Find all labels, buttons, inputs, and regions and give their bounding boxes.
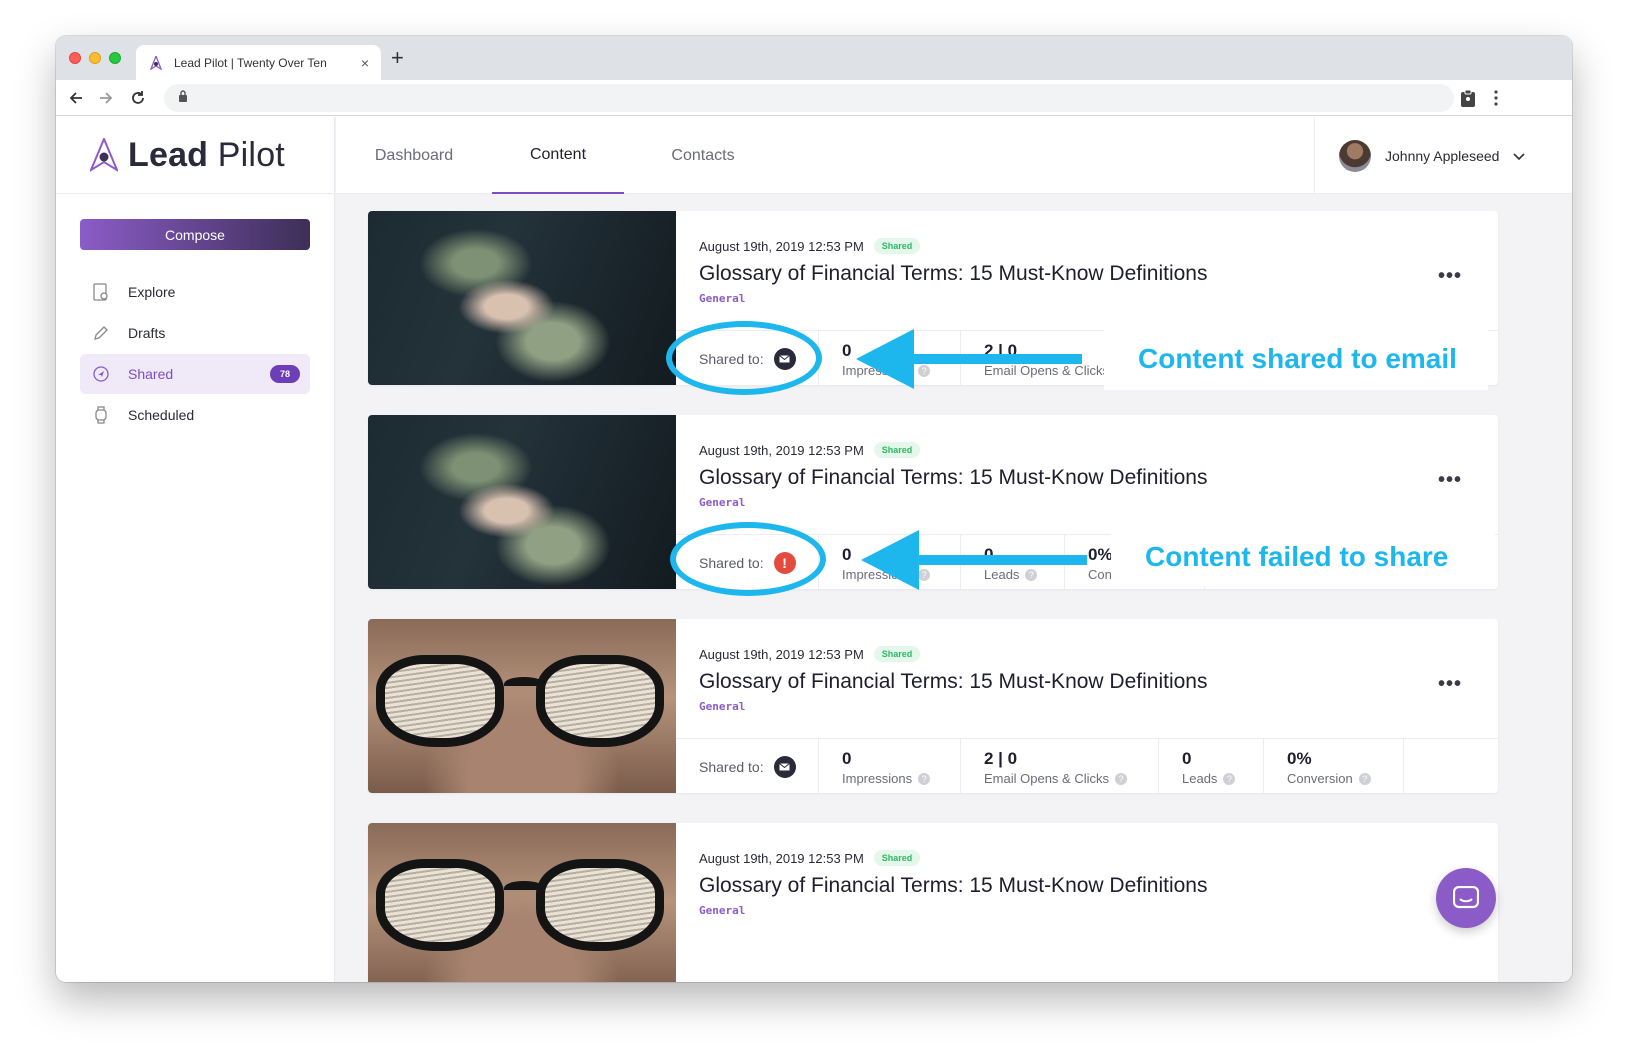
shared-to: Shared to: [676, 739, 819, 793]
send-icon [92, 365, 110, 383]
highlight-ring [670, 522, 826, 596]
status-badge: Shared [873, 238, 921, 254]
sidebar-item-label: Drafts [128, 325, 166, 341]
card-category: General [699, 496, 746, 509]
user-name: Johnny Appleseed [1385, 147, 1500, 164]
card-category: General [699, 904, 746, 917]
browser-tab[interactable]: Lead Pilot | Twenty Over Ten × [136, 45, 381, 80]
sidebar-item-label: Explore [128, 284, 176, 300]
help-icon: ? [918, 772, 931, 785]
lock-icon [178, 89, 188, 107]
lead-pilot-logo-icon [90, 138, 118, 172]
lead-pilot-favicon-icon [148, 55, 164, 71]
back-arrow-icon[interactable] [64, 86, 88, 110]
sidebar-item-scheduled[interactable]: Scheduled [80, 395, 310, 435]
tab-close-icon[interactable]: × [361, 55, 369, 71]
close-window-button[interactable] [69, 52, 81, 64]
shared-count-badge: 78 [270, 365, 300, 383]
card-body: August 19th, 2019 12:53 PM Shared Glossar… [676, 619, 1498, 793]
browser-window: Lead Pilot | Twenty Over Ten × + Lead Pi… [56, 36, 1572, 982]
tab-bar: Lead Pilot | Twenty Over Ten × + [56, 36, 1572, 80]
card-title[interactable]: Glossary of Financial Terms: 15 Must-Kno… [699, 466, 1207, 490]
chevron-down-icon [1513, 148, 1526, 164]
glasses-lens-right [536, 655, 664, 747]
email-channel-icon [773, 755, 796, 778]
logo-text: Lead Pilot [128, 135, 285, 174]
help-icon: ? [1223, 772, 1236, 785]
tab-dashboard[interactable]: Dashboard [354, 117, 474, 194]
sidebar-item-explore[interactable]: Explore [80, 272, 310, 312]
top-navigation: Dashboard Content Contacts Johnny Apples… [336, 117, 1572, 194]
card-thumbnail-money [368, 415, 676, 589]
avatar [1339, 139, 1371, 172]
status-badge: Shared [873, 646, 921, 662]
status-badge: Shared [873, 442, 921, 458]
browser-toolbar [56, 80, 1572, 116]
sidebar-item-drafts[interactable]: Drafts [80, 313, 310, 353]
browser-menu-icon[interactable] [1484, 86, 1508, 110]
clipboard-extension-icon[interactable] [1456, 86, 1480, 110]
card-date: August 19th, 2019 12:53 PM Shared [699, 238, 921, 254]
sidebar: Lead Pilot Compose Explore Drafts Shared… [56, 117, 335, 982]
explore-icon [92, 283, 110, 301]
minimize-window-button[interactable] [89, 52, 101, 64]
chat-bubble-icon [1453, 886, 1479, 909]
reload-icon[interactable] [126, 86, 150, 110]
card-body: August 19th, 2019 12:53 PM Shared Glossar… [676, 823, 1498, 982]
annotation-failed: Content failed to share [1111, 528, 1495, 586]
card-category: General [699, 700, 746, 713]
glasses-lens-right [536, 859, 664, 951]
stat-leads: 0 Leads? [1159, 739, 1264, 793]
annotation-email: Content shared to email [1104, 328, 1488, 390]
tab-contacts[interactable]: Contacts [638, 117, 768, 194]
glasses-lens-left [376, 655, 504, 747]
card-title[interactable]: Glossary of Financial Terms: 15 Must-Kno… [699, 874, 1207, 898]
more-options-icon[interactable]: ••• [1438, 265, 1462, 288]
pencil-icon [92, 324, 110, 342]
stat-email-opens-clicks: 2 | 0 Email Opens & Clicks? [961, 739, 1159, 793]
watch-icon [92, 406, 110, 424]
glasses-lens-left [376, 859, 504, 951]
sidebar-item-shared[interactable]: Shared 78 [80, 354, 310, 394]
card-thumbnail-glasses [368, 619, 676, 793]
new-tab-button[interactable]: + [391, 47, 404, 69]
arrow-left-icon [861, 530, 1087, 590]
help-icon: ? [1358, 772, 1371, 785]
address-bar[interactable] [164, 84, 1454, 112]
card-thumbnail-glasses [368, 823, 676, 982]
status-badge: Shared [873, 850, 921, 866]
card-title[interactable]: Glossary of Financial Terms: 15 Must-Kno… [699, 262, 1207, 286]
more-options-icon[interactable]: ••• [1438, 469, 1462, 492]
compose-button[interactable]: Compose [80, 219, 310, 250]
content-card[interactable]: August 19th, 2019 12:53 PM Shared Glossar… [368, 823, 1498, 982]
chat-widget-button[interactable] [1436, 868, 1496, 928]
card-stats: Shared to: 0 Impressions? 2 | 0 Email Op… [676, 738, 1498, 793]
browser-tab-title: Lead Pilot | Twenty Over Ten [174, 55, 327, 70]
stat-impressions: 0 Impressions? [819, 739, 961, 793]
card-date: August 19th, 2019 12:53 PM Shared [699, 850, 921, 866]
more-options-icon[interactable]: ••• [1438, 673, 1462, 696]
stat-conversion: 0% Conversion? [1264, 739, 1404, 793]
logo[interactable]: Lead Pilot [56, 117, 335, 194]
user-menu[interactable]: Johnny Appleseed [1314, 117, 1572, 194]
forward-arrow-icon[interactable] [94, 86, 118, 110]
card-category: General [699, 292, 746, 305]
help-icon: ? [1114, 772, 1127, 785]
card-thumbnail-money [368, 211, 676, 385]
tab-content[interactable]: Content [492, 117, 624, 194]
card-date: August 19th, 2019 12:53 PM Shared [699, 442, 921, 458]
sidebar-item-label: Shared [128, 366, 174, 382]
card-date: August 19th, 2019 12:53 PM Shared [699, 646, 921, 662]
content-card[interactable]: August 19th, 2019 12:53 PM Shared Glossar… [368, 619, 1498, 793]
card-title[interactable]: Glossary of Financial Terms: 15 Must-Kno… [699, 670, 1207, 694]
sidebar-item-label: Scheduled [128, 407, 195, 423]
arrow-left-icon [856, 329, 1082, 389]
maximize-window-button[interactable] [109, 52, 121, 64]
highlight-ring [666, 321, 822, 395]
